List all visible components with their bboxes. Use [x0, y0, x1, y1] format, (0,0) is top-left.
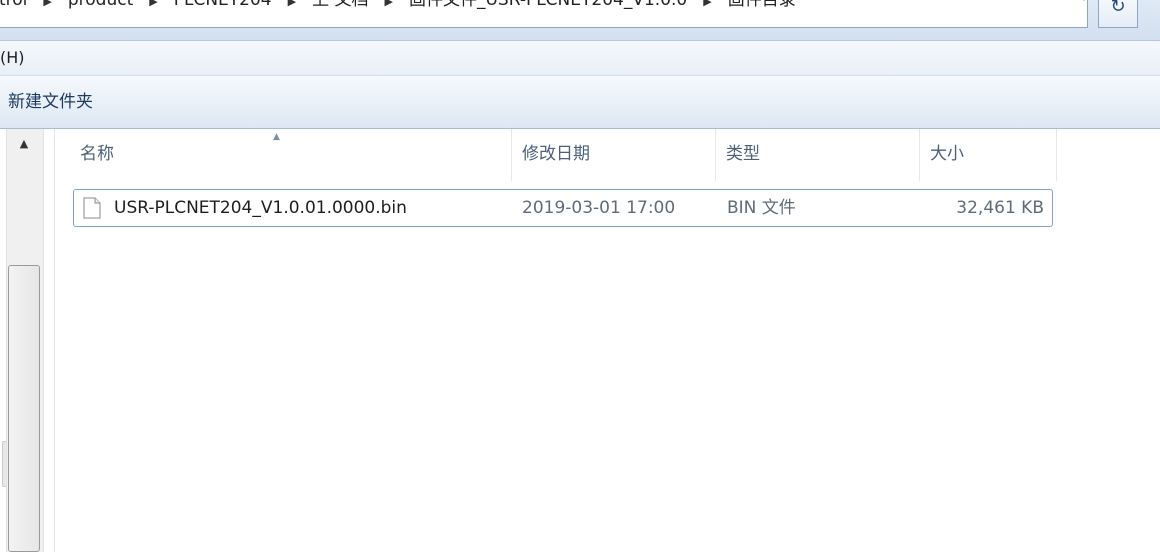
refresh-button[interactable]: ↻: [1098, 0, 1138, 28]
file-row[interactable]: USR-PLCNET204_V1.0.01.0000.bin 2019-03-0…: [73, 189, 1053, 227]
address-dropdown-icon[interactable]: ▾: [1077, 0, 1091, 13]
breadcrumb-chevron-icon[interactable]: ▶: [43, 0, 51, 8]
file-icon: [83, 197, 101, 219]
breadcrumb-chevron-icon[interactable]: ▶: [288, 0, 296, 8]
breadcrumb-chevron-icon[interactable]: ▶: [149, 0, 157, 8]
file-size: 32,461 KB: [956, 198, 1044, 218]
breadcrumb-segment[interactable]: 固件目录: [728, 0, 796, 10]
breadcrumb-segment[interactable]: trol: [0, 0, 27, 10]
file-list: USR-PLCNET204_V1.0.01.0000.bin 2019-03-0…: [55, 181, 1160, 552]
command-bar: 新建文件夹: [0, 76, 1160, 129]
column-type-label: 类型: [726, 144, 760, 164]
explorer-window: trol ▶ product ▶ PLCNET204 ▶ 上 文档 ▶ 固件文件_USR-PLC…: [0, 0, 1160, 552]
breadcrumb-chevron-icon[interactable]: ▶: [703, 0, 711, 8]
file-name: USR-PLCNET204_V1.0.01.0000.bin: [114, 198, 407, 218]
column-header-date[interactable]: 修改日期: [512, 129, 716, 181]
column-header-name[interactable]: 名称 ▲: [55, 129, 512, 181]
breadcrumb-chevron-icon[interactable]: ▶: [385, 0, 393, 8]
menu-bar: (H): [0, 41, 1160, 76]
breadcrumb: trol ▶ product ▶ PLCNET204 ▶ 上 文档 ▶ 固件文件_USR-PLC…: [0, 0, 798, 15]
breadcrumb-segment[interactable]: PLCNET204: [174, 0, 272, 10]
file-type: BIN 文件: [727, 198, 796, 218]
file-date: 2019-03-01 17:00: [522, 198, 676, 218]
refresh-icon: ↻: [1110, 0, 1126, 17]
column-size-label: 大小: [930, 144, 964, 164]
breadcrumb-segment[interactable]: 上 文档: [312, 0, 368, 10]
column-headers: 名称 ▲ 修改日期 类型 大小: [55, 129, 1160, 181]
column-date-label: 修改日期: [522, 144, 590, 164]
breadcrumb-segment[interactable]: product: [68, 0, 133, 10]
breadcrumb-segment[interactable]: 固件文件_USR-PLCNET204_V1.0.0: [409, 0, 687, 10]
address-bar[interactable]: trol ▶ product ▶ PLCNET204 ▶ 上 文档 ▶ 固件文件_USR-PLC…: [0, 0, 1088, 28]
menu-help-label: (H): [0, 48, 25, 67]
column-header-size[interactable]: 大小: [920, 129, 1057, 181]
menu-help[interactable]: (H): [0, 48, 25, 68]
scroll-up-arrow-icon[interactable]: ▲: [6, 129, 42, 159]
address-bar-area: trol ▶ product ▶ PLCNET204 ▶ 上 文档 ▶ 固件文件_USR-PLC…: [0, 0, 1160, 41]
column-header-type[interactable]: 类型: [716, 129, 920, 181]
scrollbar-thumb[interactable]: [8, 265, 40, 552]
navigation-scrollbar[interactable]: ▲: [0, 129, 54, 552]
new-folder-button[interactable]: 新建文件夹: [4, 90, 97, 114]
sort-ascending-icon: ▲: [273, 132, 280, 142]
column-name-label: 名称: [80, 144, 114, 164]
